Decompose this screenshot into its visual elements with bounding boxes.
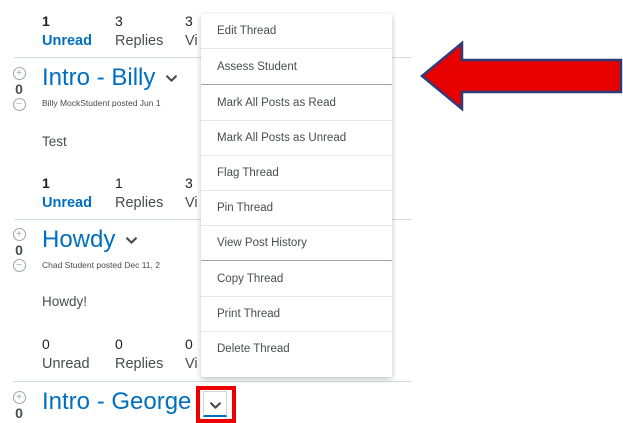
replies-count: 0 [115,336,123,352]
plus-circle-icon[interactable]: + [12,67,26,80]
menu-item-copy-thread[interactable]: Copy Thread [201,262,392,297]
replies-label: Replies [115,195,164,211]
unread-count: 0 [42,336,50,352]
menu-item-pin-thread[interactable]: Pin Thread [201,191,392,226]
menu-item-assess-student[interactable]: Assess Student [201,50,392,85]
menu-item-print-thread[interactable]: Print Thread [201,297,392,332]
views-label: Vi [185,356,198,372]
thread-poster: Chad Student posted Dec 11, 2 [42,260,160,270]
unread-count: 1 [42,175,50,191]
chevron-down-icon[interactable] [165,72,178,85]
replies-count: 3 [115,13,123,29]
minus-circle-icon[interactable]: − [12,98,26,111]
vote-score: 0 [15,242,23,258]
thread-title-text[interactable]: Howdy [42,226,115,253]
vote-control: + 0 − [5,228,33,272]
minus-circle-icon[interactable]: − [12,259,26,272]
replies-label: Replies [115,356,164,372]
menu-item-delete-thread[interactable]: Delete Thread [201,332,392,367]
unread-count: 1 [42,13,50,29]
thread-title[interactable]: Intro - George [42,388,191,416]
thread-body: Howdy! [42,294,88,309]
menu-item-edit-thread[interactable]: Edit Thread [201,14,392,49]
plus-circle-icon[interactable]: + [12,228,26,241]
thread-divider [14,381,411,382]
plus-circle-icon[interactable]: + [12,391,26,404]
replies-count: 1 [115,175,123,191]
menu-item-mark-all-read[interactable]: Mark All Posts as Read [201,86,392,121]
unread-label[interactable]: Unread [42,195,92,211]
menu-item-mark-all-unread[interactable]: Mark All Posts as Unread [201,121,392,156]
views-count: 3 [185,175,193,191]
chevron-down-icon [210,402,221,409]
views-count: 3 [185,13,193,29]
thread-context-menu: Edit Thread Assess Student Mark All Post… [201,14,392,377]
thread-body: Test [42,134,67,149]
thread-title-text[interactable]: Intro - George [42,388,191,415]
views-count: 0 [185,336,193,352]
thread-title[interactable]: Intro - Billy [42,64,178,92]
thread-title[interactable]: Howdy [42,226,138,254]
views-label: Vi [185,195,198,211]
thread-poster: Billy MockStudent posted Jun 1 [42,98,161,108]
menu-toggle-button[interactable] [203,391,227,417]
replies-label: Replies [115,33,164,49]
views-label: Vi [185,33,198,49]
unread-label[interactable]: Unread [42,33,92,49]
vote-score: 0 [15,81,23,97]
vote-score: 0 [15,405,23,421]
red-arrow [420,40,623,112]
menu-item-flag-thread[interactable]: Flag Thread [201,156,392,191]
unread-label: Unread [42,356,90,372]
vote-control: + 0 − [5,67,33,111]
thread-title-text[interactable]: Intro - Billy [42,64,155,91]
chevron-down-icon[interactable] [125,234,138,247]
vote-control: + 0 [5,391,33,422]
menu-item-view-post-history[interactable]: View Post History [201,226,392,261]
